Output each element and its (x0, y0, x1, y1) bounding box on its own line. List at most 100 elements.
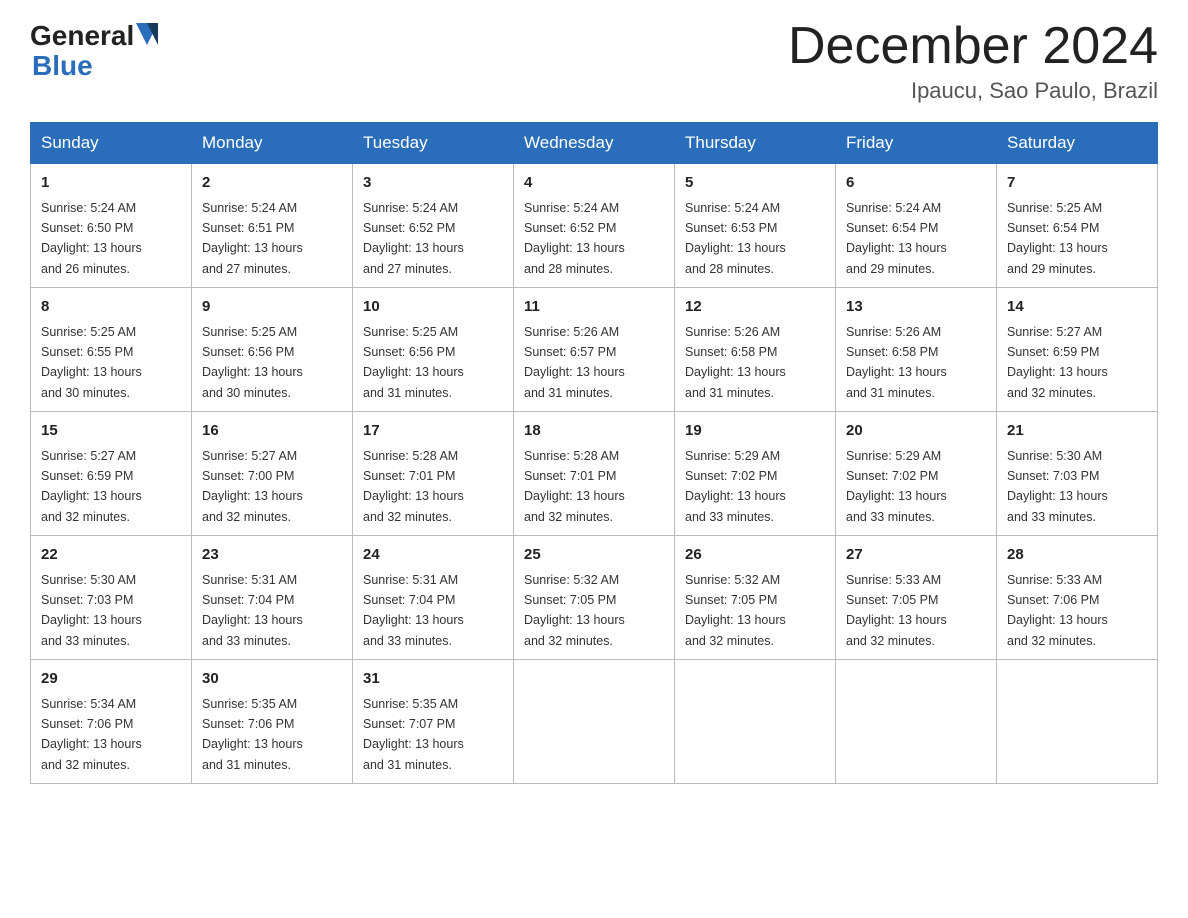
day-info: Sunrise: 5:24 AMSunset: 6:53 PMDaylight:… (685, 201, 786, 276)
day-info: Sunrise: 5:27 AMSunset: 6:59 PMDaylight:… (1007, 325, 1108, 400)
day-info: Sunrise: 5:30 AMSunset: 7:03 PMDaylight:… (1007, 449, 1108, 524)
day-number: 6 (846, 172, 986, 195)
day-number: 15 (41, 420, 181, 443)
day-number: 14 (1007, 296, 1147, 319)
day-number: 8 (41, 296, 181, 319)
day-number: 9 (202, 296, 342, 319)
calendar-cell: 26 Sunrise: 5:32 AMSunset: 7:05 PMDaylig… (675, 536, 836, 660)
calendar-cell: 22 Sunrise: 5:30 AMSunset: 7:03 PMDaylig… (31, 536, 192, 660)
day-number: 30 (202, 668, 342, 691)
calendar-cell (836, 660, 997, 784)
calendar-week-row: 8 Sunrise: 5:25 AMSunset: 6:55 PMDayligh… (31, 288, 1158, 412)
day-info: Sunrise: 5:25 AMSunset: 6:56 PMDaylight:… (363, 325, 464, 400)
day-number: 20 (846, 420, 986, 443)
day-number: 18 (524, 420, 664, 443)
calendar-cell: 14 Sunrise: 5:27 AMSunset: 6:59 PMDaylig… (997, 288, 1158, 412)
day-info: Sunrise: 5:24 AMSunset: 6:54 PMDaylight:… (846, 201, 947, 276)
calendar-cell: 15 Sunrise: 5:27 AMSunset: 6:59 PMDaylig… (31, 412, 192, 536)
day-number: 25 (524, 544, 664, 567)
col-saturday: Saturday (997, 123, 1158, 164)
logo-text-blue: Blue (30, 50, 93, 82)
day-number: 12 (685, 296, 825, 319)
day-number: 23 (202, 544, 342, 567)
day-info: Sunrise: 5:24 AMSunset: 6:52 PMDaylight:… (363, 201, 464, 276)
calendar-cell: 28 Sunrise: 5:33 AMSunset: 7:06 PMDaylig… (997, 536, 1158, 660)
calendar-cell: 27 Sunrise: 5:33 AMSunset: 7:05 PMDaylig… (836, 536, 997, 660)
day-info: Sunrise: 5:33 AMSunset: 7:05 PMDaylight:… (846, 573, 947, 648)
calendar-week-row: 1 Sunrise: 5:24 AMSunset: 6:50 PMDayligh… (31, 164, 1158, 288)
calendar-cell: 12 Sunrise: 5:26 AMSunset: 6:58 PMDaylig… (675, 288, 836, 412)
day-info: Sunrise: 5:35 AMSunset: 7:06 PMDaylight:… (202, 697, 303, 772)
calendar-cell: 4 Sunrise: 5:24 AMSunset: 6:52 PMDayligh… (514, 164, 675, 288)
day-number: 7 (1007, 172, 1147, 195)
location-title: Ipaucu, Sao Paulo, Brazil (788, 78, 1158, 104)
day-info: Sunrise: 5:31 AMSunset: 7:04 PMDaylight:… (202, 573, 303, 648)
logo-triangle-icon (136, 23, 158, 45)
col-friday: Friday (836, 123, 997, 164)
col-sunday: Sunday (31, 123, 192, 164)
calendar-cell (514, 660, 675, 784)
day-info: Sunrise: 5:32 AMSunset: 7:05 PMDaylight:… (524, 573, 625, 648)
calendar-cell: 18 Sunrise: 5:28 AMSunset: 7:01 PMDaylig… (514, 412, 675, 536)
day-number: 5 (685, 172, 825, 195)
day-info: Sunrise: 5:25 AMSunset: 6:56 PMDaylight:… (202, 325, 303, 400)
calendar-week-row: 15 Sunrise: 5:27 AMSunset: 6:59 PMDaylig… (31, 412, 1158, 536)
header-row: Sunday Monday Tuesday Wednesday Thursday… (31, 123, 1158, 164)
day-info: Sunrise: 5:25 AMSunset: 6:54 PMDaylight:… (1007, 201, 1108, 276)
day-number: 29 (41, 668, 181, 691)
day-info: Sunrise: 5:31 AMSunset: 7:04 PMDaylight:… (363, 573, 464, 648)
day-info: Sunrise: 5:24 AMSunset: 6:51 PMDaylight:… (202, 201, 303, 276)
logo: General (30, 20, 159, 52)
calendar-cell: 8 Sunrise: 5:25 AMSunset: 6:55 PMDayligh… (31, 288, 192, 412)
day-info: Sunrise: 5:30 AMSunset: 7:03 PMDaylight:… (41, 573, 142, 648)
calendar-cell: 20 Sunrise: 5:29 AMSunset: 7:02 PMDaylig… (836, 412, 997, 536)
calendar-cell (997, 660, 1158, 784)
col-thursday: Thursday (675, 123, 836, 164)
day-number: 11 (524, 296, 664, 319)
day-info: Sunrise: 5:26 AMSunset: 6:57 PMDaylight:… (524, 325, 625, 400)
day-number: 31 (363, 668, 503, 691)
calendar-cell: 23 Sunrise: 5:31 AMSunset: 7:04 PMDaylig… (192, 536, 353, 660)
day-info: Sunrise: 5:29 AMSunset: 7:02 PMDaylight:… (685, 449, 786, 524)
day-info: Sunrise: 5:24 AMSunset: 6:50 PMDaylight:… (41, 201, 142, 276)
calendar-cell: 5 Sunrise: 5:24 AMSunset: 6:53 PMDayligh… (675, 164, 836, 288)
day-number: 2 (202, 172, 342, 195)
day-number: 24 (363, 544, 503, 567)
day-info: Sunrise: 5:35 AMSunset: 7:07 PMDaylight:… (363, 697, 464, 772)
day-info: Sunrise: 5:29 AMSunset: 7:02 PMDaylight:… (846, 449, 947, 524)
day-number: 26 (685, 544, 825, 567)
calendar-cell: 2 Sunrise: 5:24 AMSunset: 6:51 PMDayligh… (192, 164, 353, 288)
calendar-cell: 16 Sunrise: 5:27 AMSunset: 7:00 PMDaylig… (192, 412, 353, 536)
day-info: Sunrise: 5:28 AMSunset: 7:01 PMDaylight:… (363, 449, 464, 524)
calendar-cell: 6 Sunrise: 5:24 AMSunset: 6:54 PMDayligh… (836, 164, 997, 288)
day-info: Sunrise: 5:25 AMSunset: 6:55 PMDaylight:… (41, 325, 142, 400)
day-info: Sunrise: 5:27 AMSunset: 7:00 PMDaylight:… (202, 449, 303, 524)
day-number: 10 (363, 296, 503, 319)
day-info: Sunrise: 5:26 AMSunset: 6:58 PMDaylight:… (685, 325, 786, 400)
day-number: 16 (202, 420, 342, 443)
day-number: 13 (846, 296, 986, 319)
calendar-cell: 10 Sunrise: 5:25 AMSunset: 6:56 PMDaylig… (353, 288, 514, 412)
calendar-cell: 19 Sunrise: 5:29 AMSunset: 7:02 PMDaylig… (675, 412, 836, 536)
day-number: 19 (685, 420, 825, 443)
calendar-cell: 13 Sunrise: 5:26 AMSunset: 6:58 PMDaylig… (836, 288, 997, 412)
day-number: 21 (1007, 420, 1147, 443)
day-number: 1 (41, 172, 181, 195)
col-wednesday: Wednesday (514, 123, 675, 164)
calendar-table: Sunday Monday Tuesday Wednesday Thursday… (30, 122, 1158, 784)
month-title: December 2024 (788, 20, 1158, 72)
calendar-cell: 25 Sunrise: 5:32 AMSunset: 7:05 PMDaylig… (514, 536, 675, 660)
col-monday: Monday (192, 123, 353, 164)
day-info: Sunrise: 5:26 AMSunset: 6:58 PMDaylight:… (846, 325, 947, 400)
calendar-cell: 24 Sunrise: 5:31 AMSunset: 7:04 PMDaylig… (353, 536, 514, 660)
day-number: 4 (524, 172, 664, 195)
day-number: 28 (1007, 544, 1147, 567)
calendar-cell: 7 Sunrise: 5:25 AMSunset: 6:54 PMDayligh… (997, 164, 1158, 288)
day-info: Sunrise: 5:32 AMSunset: 7:05 PMDaylight:… (685, 573, 786, 648)
calendar-cell: 31 Sunrise: 5:35 AMSunset: 7:07 PMDaylig… (353, 660, 514, 784)
calendar-cell: 21 Sunrise: 5:30 AMSunset: 7:03 PMDaylig… (997, 412, 1158, 536)
calendar-cell: 17 Sunrise: 5:28 AMSunset: 7:01 PMDaylig… (353, 412, 514, 536)
col-tuesday: Tuesday (353, 123, 514, 164)
calendar-cell: 30 Sunrise: 5:35 AMSunset: 7:06 PMDaylig… (192, 660, 353, 784)
day-info: Sunrise: 5:28 AMSunset: 7:01 PMDaylight:… (524, 449, 625, 524)
